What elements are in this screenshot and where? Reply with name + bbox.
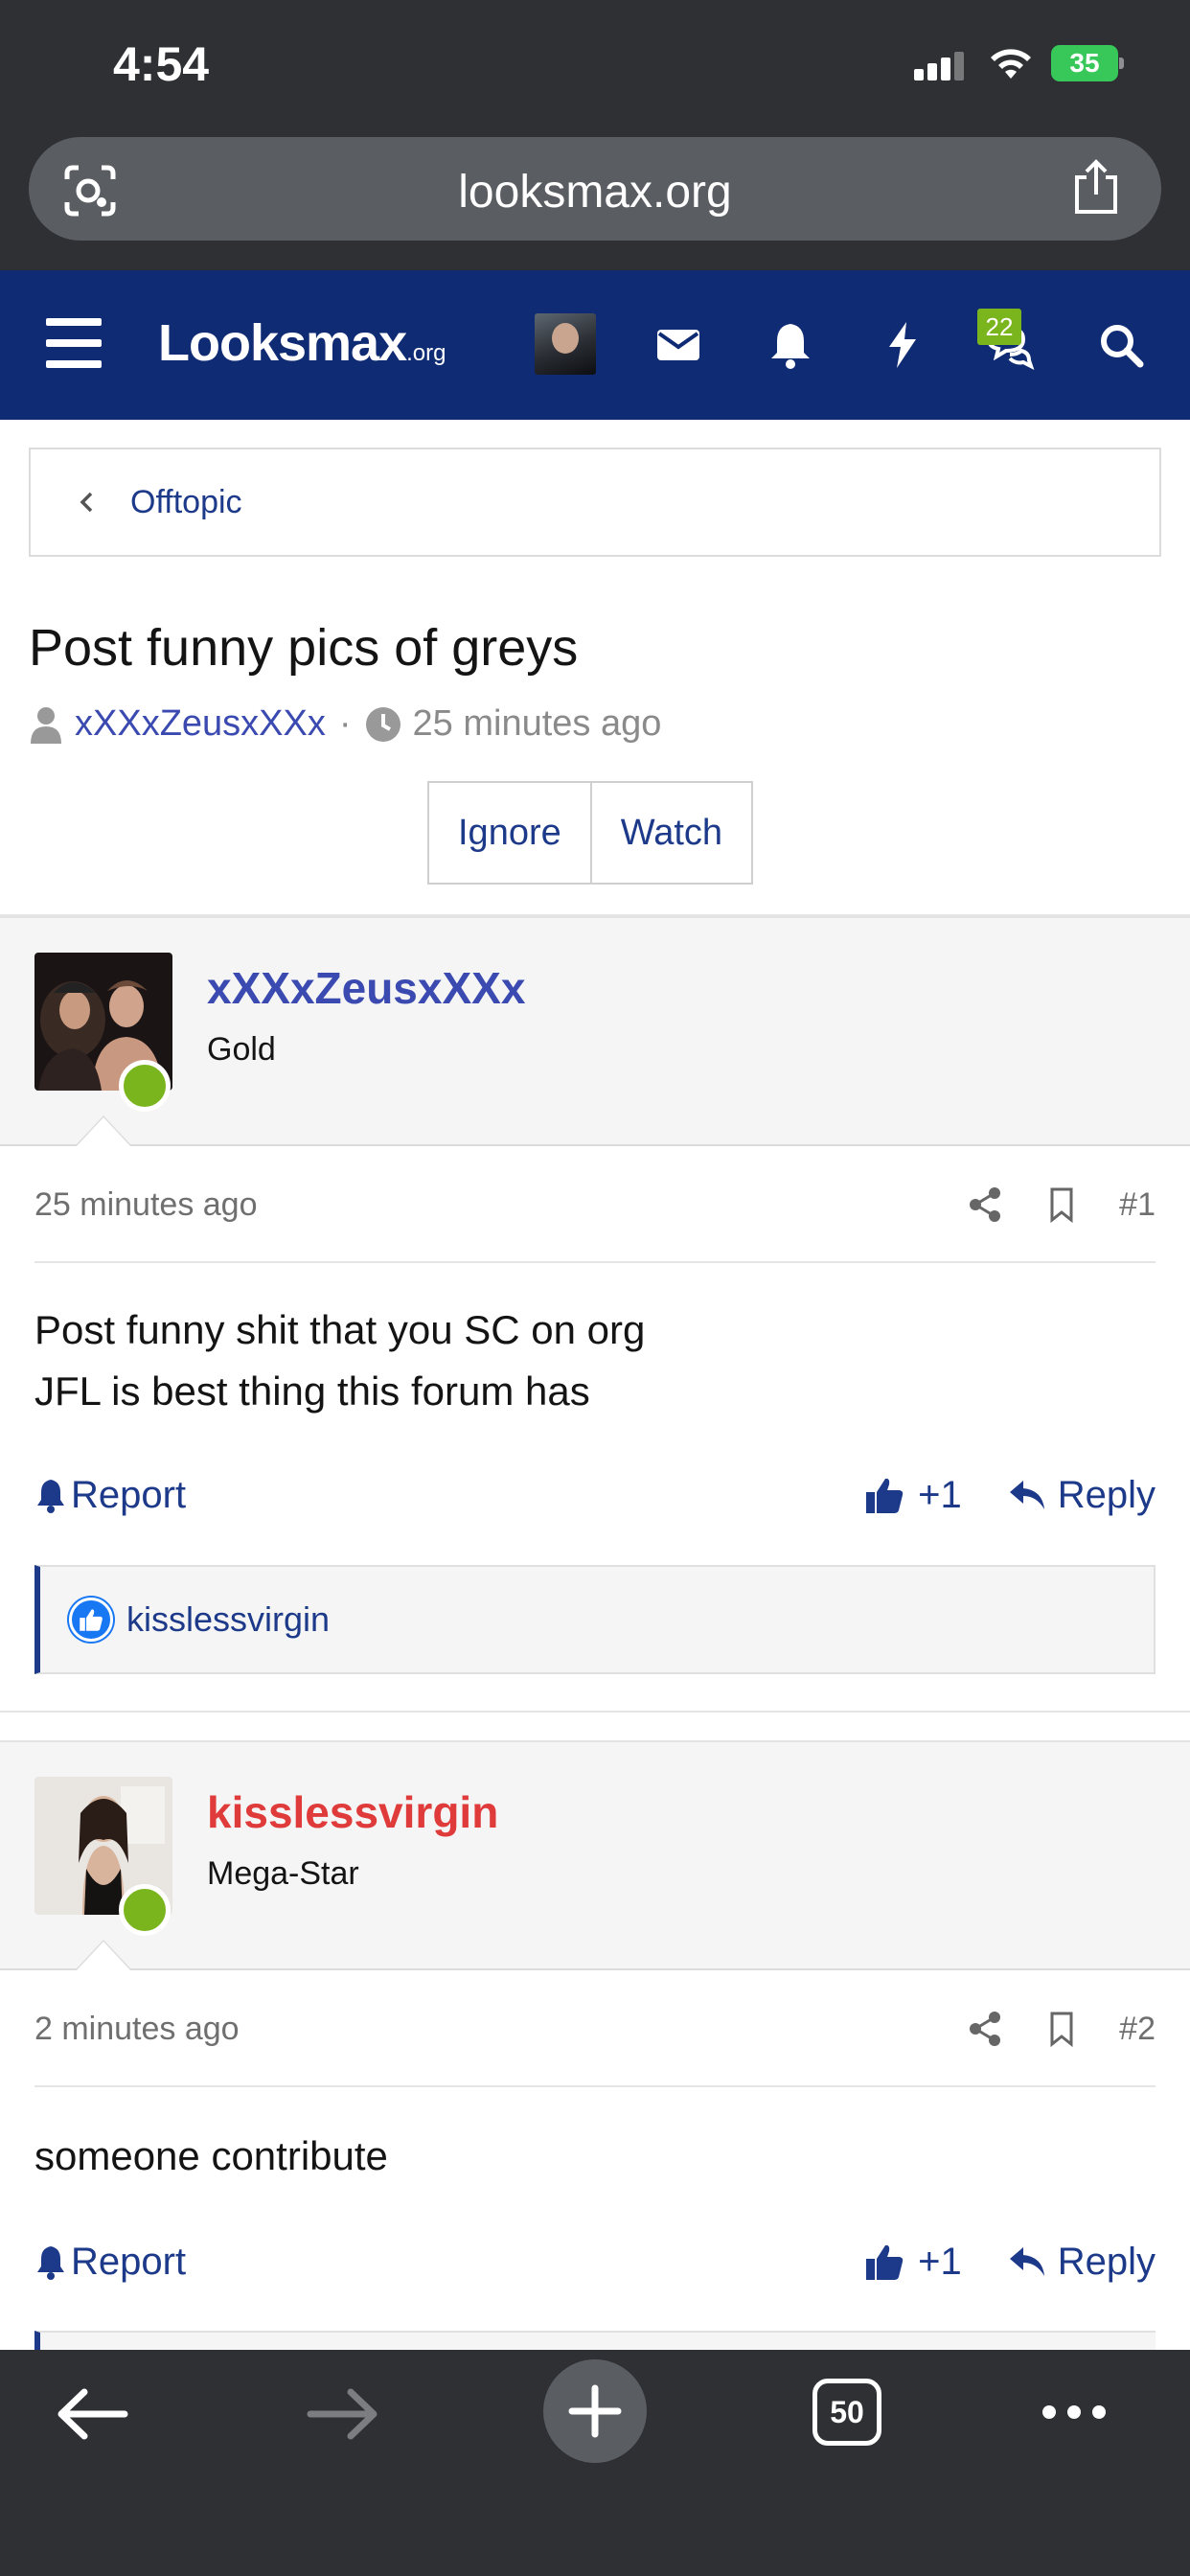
logo-suffix: .org (406, 340, 446, 366)
breadcrumb[interactable]: Offtopic (29, 448, 1161, 557)
reply-icon (1009, 2247, 1044, 2276)
ignore-button[interactable]: Ignore (429, 783, 590, 883)
conversations-badge: 22 (977, 309, 1021, 345)
breadcrumb-label[interactable]: Offtopic (130, 484, 242, 521)
post-body: someone contribute (34, 2126, 388, 2187)
like-count: +1 (918, 1473, 962, 1516)
page-title: Post funny pics of greys (29, 619, 579, 677)
post-user-header: kisslessvirgin Mega-Star (0, 1740, 1190, 1970)
more-icon[interactable] (1042, 2405, 1117, 2419)
battery-icon: 35 (1051, 45, 1124, 81)
reaction-users[interactable]: kisslessvirgin (126, 1599, 330, 1640)
post-actions: Report +1 Reply (34, 1466, 1156, 1524)
status-time: 4:54 (113, 37, 210, 91)
browser-address-area: looksmax.org (0, 129, 1190, 270)
like-button[interactable]: +1 (864, 1474, 962, 1517)
reply-label: Reply (1057, 1473, 1156, 1516)
report-label: Report (71, 1473, 187, 1516)
thumbs-up-icon (866, 1478, 904, 1513)
report-button[interactable]: Report (34, 2241, 186, 2284)
post-meta: 25 minutes ago #1 (34, 1148, 1156, 1263)
battery-level: 35 (1051, 45, 1118, 81)
bell-icon[interactable] (764, 318, 817, 372)
bolt-icon[interactable] (876, 318, 929, 372)
post-username[interactable]: kisslessvirgin (207, 1786, 498, 1838)
watch-button[interactable]: Watch (589, 783, 752, 883)
post-user-header: xXXxZeusxXXx Gold (0, 916, 1190, 1146)
share-icon[interactable] (966, 2010, 1004, 2048)
reply-icon (1009, 1481, 1044, 1509)
post-actions: Report +1 Reply (34, 2233, 1156, 2290)
thread-actions: Ignore Watch (427, 781, 754, 885)
user-rank: Gold (207, 1031, 276, 1068)
url-text: looksmax.org (458, 167, 732, 218)
new-tab-button[interactable] (543, 2359, 647, 2463)
post-meta: 2 minutes ago #2 (34, 1972, 1156, 2087)
post-number[interactable]: #1 (1119, 1186, 1156, 1224)
site-logo[interactable]: Looksmax.org (158, 313, 446, 373)
chevron-left-icon (80, 492, 93, 513)
bookmark-icon[interactable] (1042, 2010, 1081, 2048)
forward-arrow-icon[interactable] (307, 2386, 379, 2442)
like-count: +1 (918, 2240, 962, 2283)
status-bar: 4:54 35 (0, 0, 1190, 129)
post-number[interactable]: #2 (1119, 2011, 1156, 2048)
envelope-icon[interactable] (652, 318, 705, 372)
back-arrow-icon[interactable] (56, 2386, 128, 2442)
like-reaction-icon (69, 1598, 113, 1642)
bell-icon (37, 2246, 64, 2280)
report-button[interactable]: Report (34, 1474, 186, 1517)
thread-time: 25 minutes ago (412, 703, 662, 744)
wifi-icon (991, 49, 1031, 79)
like-button[interactable]: +1 (864, 2241, 962, 2284)
post-body-line: Post funny shit that you SC on org (34, 1307, 646, 1352)
address-bar[interactable]: looksmax.org (29, 137, 1161, 241)
user-icon (31, 706, 61, 744)
post-body: Post funny shit that you SC on org JFL i… (34, 1300, 645, 1422)
online-status-indicator (119, 1884, 171, 1936)
reply-button[interactable]: Reply (1008, 2241, 1156, 2284)
post-username[interactable]: xXXxZeusxXXx (207, 962, 525, 1014)
search-icon[interactable] (1094, 318, 1148, 372)
user-rank: Mega-Star (207, 1855, 359, 1892)
tabs-icon[interactable]: 50 (812, 2379, 881, 2446)
post-time[interactable]: 25 minutes ago (34, 1186, 258, 1224)
logo-main: Looksmax (158, 314, 407, 372)
share-icon[interactable] (966, 1185, 1004, 1224)
post-body-line: JFL is best thing this forum has (34, 1368, 590, 1414)
thread-meta: xXXxZeusxXXx · 25 minutes ago (29, 703, 661, 745)
reaction-list[interactable] (34, 2331, 1156, 2350)
site-header: Looksmax.org 22 (0, 270, 1190, 420)
post-body-line: someone contribute (34, 2133, 388, 2178)
signal-icon (914, 52, 966, 80)
plus-icon (568, 2384, 622, 2438)
reaction-list[interactable]: kisslessvirgin (34, 1565, 1156, 1674)
reply-button[interactable]: Reply (1008, 1474, 1156, 1517)
thread-author[interactable]: xXXxZeusxXXx (75, 703, 326, 745)
menu-icon[interactable] (46, 318, 102, 368)
avatar[interactable] (535, 313, 596, 375)
browser-toolbar: 50 (0, 2350, 1190, 2576)
report-label: Report (71, 2240, 187, 2283)
reply-label: Reply (1057, 2240, 1156, 2283)
post-time[interactable]: 2 minutes ago (34, 2011, 240, 2048)
bell-icon (37, 1480, 64, 1513)
share-icon[interactable] (1069, 158, 1123, 216)
clock-icon (365, 706, 400, 742)
bookmark-icon[interactable] (1042, 1185, 1081, 1224)
online-status-indicator (119, 1060, 171, 1112)
thumbs-up-icon (866, 2244, 904, 2280)
